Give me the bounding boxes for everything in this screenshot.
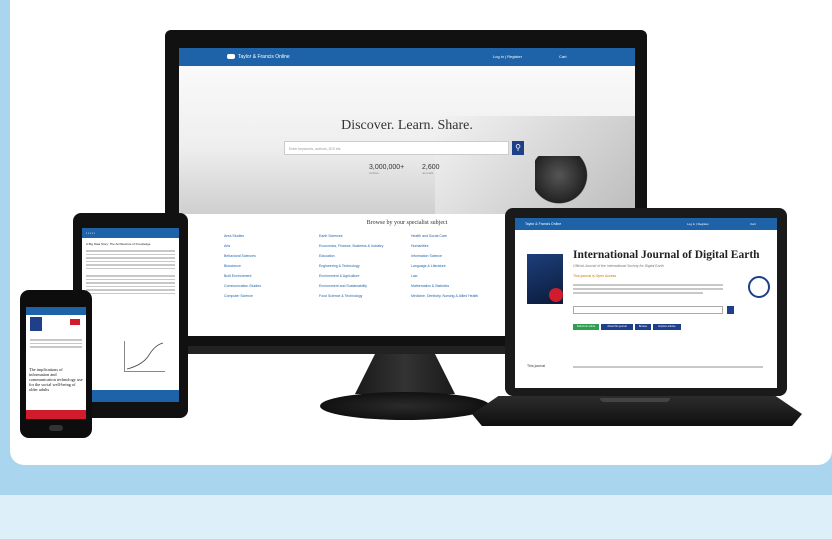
open-access-note: This journal is Open Access [573,274,617,278]
submit-article-button[interactable]: Submit an article [573,324,599,330]
blue-band [0,465,832,495]
subject-link[interactable]: Education [319,254,335,258]
subject-link[interactable]: Bioscience [224,264,241,268]
subject-link[interactable]: Area Studies [224,234,244,238]
subject-link[interactable]: Economics, Finance, Business & Industry [319,244,383,248]
brand-logo[interactable]: Taylor & Francis Online [227,54,290,60]
text-line [86,253,175,255]
text-line [86,260,175,262]
subject-link[interactable]: Environment & Agriculture [319,274,359,278]
monitor-base [320,392,490,420]
search-icon: ⚲ [515,143,521,152]
subject-link[interactable]: Language & Literature [411,264,446,268]
about-journal-button[interactable]: About this journal [601,324,633,330]
text-line [86,267,175,269]
tablet-screen: ▪ ▪ ▪ ▪ ▪ A Big Data Story: The Architec… [82,228,179,402]
section-label: This journal [527,364,546,368]
journal-cover [30,317,42,331]
cover-badge [549,288,563,302]
subject-link[interactable]: Law [411,274,417,278]
laptop-navbar: Taylor & Francis Online Log in | Registe… [515,218,777,230]
subject-link[interactable]: Humanities [411,244,429,248]
top-navbar: Taylor & Francis Online Log in | Registe… [179,48,635,66]
text-line [573,366,763,368]
subject-link[interactable]: Environment and Sustainability [319,284,367,288]
logo-icon [227,54,235,60]
graph-curve-icon [126,342,164,370]
login-link[interactable]: Log in | Register [687,218,709,230]
login-link[interactable]: Log in | Register [493,54,522,59]
text-line [30,342,82,344]
browse-button[interactable]: Browse [635,324,651,330]
text-line [86,257,175,259]
subject-link[interactable]: Arts [224,244,230,248]
search-input[interactable]: Enter keywords, authors, DOI etc [284,141,509,155]
text-line [86,250,175,252]
phone-navbar [26,307,86,315]
search-button[interactable]: ⚲ [512,141,524,155]
text-line [86,282,175,284]
text-line [86,264,175,266]
journal-search-input[interactable] [573,306,723,314]
subject-link[interactable]: Health and Social Care [411,234,447,238]
article-title: A Big Data Story: The Architecture of Kn… [86,242,151,246]
subject-link[interactable]: Built Environment [224,274,251,278]
brand-name: Taylor & Francis Online [238,54,290,60]
subject-link[interactable]: Behavioral Sciences [224,254,256,258]
figure-graph [124,341,165,372]
phone-home-button [49,425,63,431]
lower-panel [0,495,832,539]
laptop-screen: Taylor & Francis Online Log in | Registe… [515,218,777,388]
text-line [573,284,723,286]
journal-subtitle: Official Journal of the International So… [573,264,664,268]
tablet-toolbar: ▪ ▪ ▪ ▪ ▪ [82,228,179,238]
explore-articles-button[interactable]: Explore articles [653,324,681,330]
subject-link[interactable]: Medicine, Dentistry, Nursing & Allied He… [411,294,478,298]
text-line [30,339,82,341]
text-line [573,288,723,290]
phone-action-bar[interactable] [26,410,86,419]
subject-link[interactable]: Earth Sciences [319,234,343,238]
article-heading: The implications of information and comm… [29,367,83,392]
society-logo [748,276,770,298]
journal-search-button[interactable] [727,306,734,314]
subject-link[interactable]: Communication Studies [224,284,261,288]
journal-title: International Journal of Digital Earth [573,249,760,261]
text-line [30,346,82,348]
cart-link[interactable]: Cart [750,218,756,230]
subject-link[interactable]: Computer Science [224,294,253,298]
text-line [86,275,175,277]
text-line [86,289,175,291]
laptop-notch [600,398,670,402]
hero-section: Discover. Learn. Share. Enter keywords, … [179,66,635,214]
text-line [86,292,175,294]
cart-link[interactable]: Cart [559,54,567,59]
text-line [573,292,703,294]
lamp-image [535,156,595,204]
phone-screen: The implications of information and comm… [26,307,86,419]
tablet-bottom-bar [82,390,179,402]
subject-link[interactable]: Information Science [411,254,442,258]
subject-link[interactable]: Mathematics & Statistics [411,284,449,288]
text-line [86,285,175,287]
hero-title: Discover. Learn. Share. [341,118,473,133]
brand-name[interactable]: Taylor & Francis Online [525,222,561,226]
phone-badge [70,319,80,325]
subject-link[interactable]: Food Science & Technology [319,294,362,298]
stat-articles: 3,000,000+ Articles [369,164,405,175]
stat-journals: 2,600 Journals [422,164,440,175]
subject-link[interactable]: Engineering & Technology [319,264,360,268]
text-line [86,278,175,280]
